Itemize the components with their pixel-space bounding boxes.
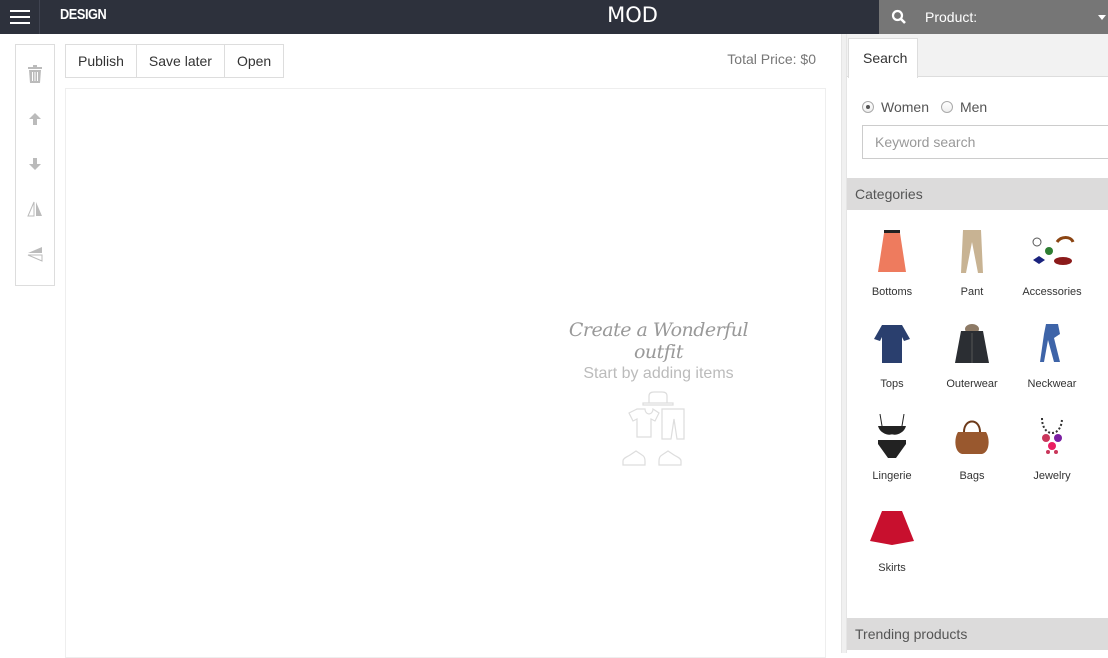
search-icon xyxy=(891,9,906,24)
category-outerwear[interactable]: Outerwear xyxy=(932,312,1012,404)
flip-vertical-icon xyxy=(27,247,43,262)
flip-vertical-button[interactable] xyxy=(16,239,54,269)
arrow-down-icon xyxy=(29,158,41,170)
categories-header: Categories xyxy=(847,178,1108,210)
outfit-canvas[interactable]: Create a Wonderful outfit Start by addin… xyxy=(65,88,826,658)
empty-state: Create a Wonderful outfit Start by addin… xyxy=(556,319,761,478)
category-bottoms[interactable]: Bottoms xyxy=(852,220,932,312)
accessories-icon xyxy=(1027,226,1077,278)
move-down-button[interactable] xyxy=(16,149,54,179)
radio-women-indicator[interactable] xyxy=(862,101,874,113)
open-button[interactable]: Open xyxy=(224,45,284,77)
radio-women-label: Women xyxy=(881,99,929,115)
product-search-dropdown[interactable]: Product: xyxy=(879,0,1108,34)
category-grid: Bottoms Pant Accessories Tops Outerwear … xyxy=(852,220,1092,588)
panel-tabs: Search xyxy=(847,34,1108,78)
delete-button[interactable] xyxy=(16,59,54,89)
category-skirts[interactable]: Skirts xyxy=(852,496,932,588)
gender-radio-group: Women Men xyxy=(862,99,999,115)
empty-subline: Start by adding items xyxy=(583,365,734,382)
publish-button[interactable]: Publish xyxy=(66,45,137,77)
empty-headline: Create a Wonderful outfit xyxy=(568,319,749,363)
flip-horizontal-button[interactable] xyxy=(16,194,54,224)
category-pant[interactable]: Pant xyxy=(932,220,1012,312)
flip-horizontal-icon xyxy=(27,201,42,217)
neckwear-icon xyxy=(1027,318,1077,370)
product-search-label: Product: xyxy=(925,9,978,25)
arrow-up-icon xyxy=(29,113,41,125)
category-tops[interactable]: Tops xyxy=(852,312,932,404)
category-lingerie[interactable]: Lingerie xyxy=(852,404,932,496)
chevron-down-icon xyxy=(1098,14,1106,20)
outfit-illustration-icon xyxy=(621,391,685,466)
total-price: Total Price: $0 xyxy=(727,51,816,67)
action-buttons: Publish Save later Open xyxy=(65,44,285,78)
lingerie-icon xyxy=(867,410,917,462)
radio-women[interactable]: Women xyxy=(862,99,929,115)
item-toolbar xyxy=(15,44,55,286)
skirts-icon xyxy=(867,502,917,554)
category-neckwear[interactable]: Neckwear xyxy=(1012,312,1092,404)
tops-icon xyxy=(867,318,917,370)
top-bar: DESIGN MOD Product: xyxy=(0,0,1108,34)
tab-search[interactable]: Search xyxy=(848,38,918,78)
category-accessories[interactable]: Accessories xyxy=(1012,220,1092,312)
save-later-button[interactable]: Save later xyxy=(136,45,225,77)
radio-men-indicator[interactable] xyxy=(940,101,953,113)
trash-icon xyxy=(28,65,42,83)
bags-icon xyxy=(947,410,997,462)
outerwear-icon xyxy=(947,318,997,370)
trending-products-header: Trending products xyxy=(847,618,1108,650)
category-bags[interactable]: Bags xyxy=(932,404,1012,496)
category-jewelry[interactable]: Jewelry xyxy=(1012,404,1092,496)
radio-men-label: Men xyxy=(959,99,988,115)
move-up-button[interactable] xyxy=(16,104,54,134)
side-panel: Search Women Men Categories Bottoms Pant… xyxy=(847,34,1108,653)
radio-men[interactable]: Men xyxy=(940,99,988,115)
pant-icon xyxy=(947,226,997,278)
bottoms-icon xyxy=(867,226,917,278)
keyword-search-input[interactable] xyxy=(862,125,1108,159)
jewelry-icon xyxy=(1027,410,1077,462)
